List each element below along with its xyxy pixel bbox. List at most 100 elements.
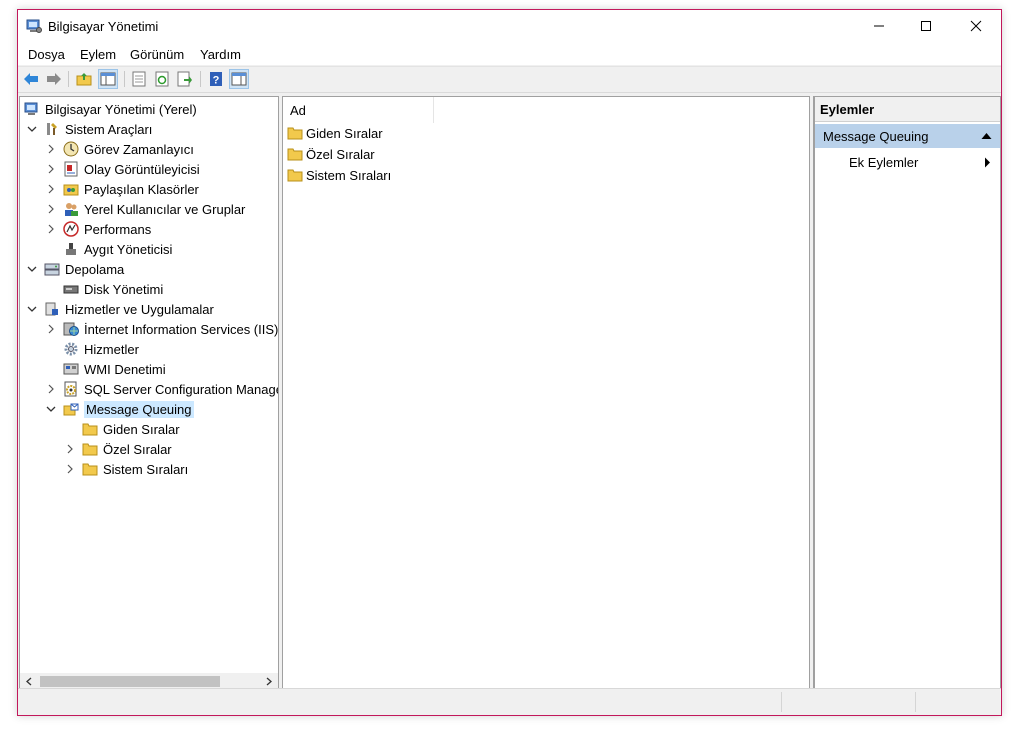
results-pane: Ad Giden Sıralar Özel Sıralar Sistem Sır… — [282, 96, 810, 691]
scroll-right-icon[interactable] — [265, 677, 273, 686]
tree-item-wmi-control[interactable]: WMI Denetimi — [45, 359, 166, 379]
close-button[interactable] — [953, 10, 999, 42]
tree-item-services-applications[interactable]: Hizmetler ve Uygulamalar — [26, 299, 214, 319]
tree-item-label: Disk Yönetimi — [84, 281, 164, 297]
help-icon: ? — [210, 72, 222, 87]
chevron-right-icon[interactable] — [45, 383, 57, 395]
chevron-down-icon[interactable] — [26, 263, 38, 275]
tree-item-private-queues[interactable]: Özel Sıralar — [64, 439, 172, 459]
tree-item-task-scheduler[interactable]: Görev Zamanlayıcı — [45, 139, 194, 159]
close-icon — [970, 20, 982, 32]
tree-root[interactable]: Bilgisayar Yönetimi (Yerel) — [24, 99, 197, 119]
tree-root-label: Bilgisayar Yönetimi (Yerel) — [45, 101, 197, 117]
actions-pane-title: Eylemler — [815, 97, 1000, 122]
users-icon — [65, 203, 78, 216]
back-arrow-icon — [24, 73, 38, 85]
show-hide-console-tree-button[interactable] — [98, 69, 118, 89]
minimize-icon — [874, 25, 884, 27]
help-button[interactable]: ? — [207, 70, 225, 88]
minimize-button[interactable] — [856, 10, 902, 42]
chevron-right-icon[interactable] — [45, 183, 57, 195]
refresh-button[interactable] — [153, 70, 171, 88]
tree-item-iis[interactable]: İnternet Information Services (IIS) — [45, 319, 278, 339]
tree-item-services[interactable]: Hizmetler — [45, 339, 139, 359]
tree-item-label: Özel Sıralar — [103, 441, 172, 457]
list-item[interactable]: Sistem Sıraları — [287, 165, 391, 185]
up-one-level-button[interactable] — [75, 70, 93, 88]
back-button[interactable] — [22, 70, 40, 88]
export-list-button[interactable] — [176, 70, 194, 88]
list-item-label: Özel Sıralar — [306, 146, 375, 162]
menu-help[interactable]: Yardım — [200, 47, 241, 62]
chevron-down-icon[interactable] — [45, 403, 57, 415]
tree-item-disk-management[interactable]: Disk Yönetimi — [45, 279, 163, 299]
maximize-button[interactable] — [903, 10, 949, 42]
chevron-right-icon[interactable] — [64, 443, 76, 455]
scroll-left-icon[interactable] — [25, 677, 33, 686]
forward-button[interactable] — [45, 70, 63, 88]
tree-item-label: Yerel Kullanıcılar ve Gruplar — [84, 201, 246, 217]
computer-management-icon — [26, 19, 42, 33]
tree-item-label: Giden Sıralar — [103, 421, 180, 437]
show-hide-action-pane-button[interactable] — [229, 69, 249, 89]
gear-icon — [64, 342, 78, 356]
tree-item-label: Sistem Sıraları — [103, 461, 189, 477]
tree-item-device-manager[interactable]: Aygıt Yöneticisi — [45, 239, 172, 259]
column-header-name[interactable]: Ad — [283, 97, 434, 123]
tree-item-system-tools[interactable]: Sistem Araçları — [26, 119, 152, 139]
title-bar[interactable]: Bilgisayar Yönetimi — [18, 10, 1001, 43]
tree-item-storage[interactable]: Depolama — [26, 259, 124, 279]
device-manager-icon — [66, 243, 76, 255]
actions-title-label: Eylemler — [820, 102, 875, 117]
tree-item-system-queues[interactable]: Sistem Sıraları — [64, 459, 188, 479]
tree-item-shared-folders[interactable]: Paylaşılan Klasörler — [45, 179, 199, 199]
tools-icon — [47, 123, 57, 135]
chevron-right-icon[interactable] — [45, 143, 57, 155]
list-item-label: Sistem Sıraları — [306, 167, 392, 183]
tree-item-label: Performans — [84, 221, 152, 237]
tree-item-message-queuing[interactable]: Message Queuing — [45, 399, 194, 419]
computer-management-icon — [24, 102, 38, 115]
wmi-icon — [63, 363, 79, 375]
menu-bar: Dosya Eylem Görünüm Yardım — [18, 43, 1001, 65]
scrollbar-thumb[interactable] — [40, 676, 220, 687]
services-applications-icon — [45, 302, 58, 316]
action-pane-icon — [231, 72, 247, 86]
event-viewer-icon — [64, 161, 78, 177]
tree-item-local-users-groups[interactable]: Yerel Kullanıcılar ve Gruplar — [45, 199, 245, 219]
tree-item-label: Aygıt Yöneticisi — [84, 241, 173, 257]
tree-item-event-viewer[interactable]: Olay Görüntüleyicisi — [45, 159, 200, 179]
tree-item-label: Sistem Araçları — [65, 121, 153, 137]
menu-file[interactable]: Dosya — [28, 47, 65, 62]
folder-icon — [287, 169, 303, 182]
chevron-down-icon[interactable] — [26, 123, 38, 135]
folder-icon — [82, 463, 98, 476]
chevron-right-icon[interactable] — [45, 163, 57, 175]
menu-action[interactable]: Eylem — [80, 47, 116, 62]
tree-item-label: WMI Denetimi — [84, 361, 166, 377]
sql-server-icon — [64, 381, 77, 397]
chevron-right-icon[interactable] — [45, 203, 57, 215]
maximize-icon — [921, 21, 931, 31]
tree-item-label: SQL Server Configuration Manager — [84, 381, 279, 397]
menu-view[interactable]: Görünüm — [130, 47, 184, 62]
tree-item-label: İnternet Information Services (IIS) — [84, 321, 279, 337]
more-actions-item[interactable]: Ek Eylemler — [815, 151, 1000, 173]
actions-section-header[interactable]: Message Queuing — [815, 124, 1000, 148]
tree-item-performance[interactable]: Performans — [45, 219, 151, 239]
chevron-right-icon[interactable] — [45, 323, 57, 335]
tree-item-label: Paylaşılan Klasörler — [84, 181, 199, 197]
collapse-up-icon[interactable] — [981, 132, 992, 140]
chevron-right-icon[interactable] — [45, 223, 57, 235]
chevron-right-icon[interactable] — [64, 463, 76, 475]
list-item[interactable]: Özel Sıralar — [287, 144, 375, 164]
tree-item-outgoing-queues[interactable]: Giden Sıralar — [64, 419, 180, 439]
properties-button[interactable] — [130, 70, 148, 88]
chevron-down-icon[interactable] — [26, 303, 38, 315]
actions-section-label: Message Queuing — [823, 129, 929, 144]
window-title: Bilgisayar Yönetimi — [48, 19, 159, 34]
more-actions-label: Ek Eylemler — [849, 155, 919, 170]
tree-item-sql-server-config[interactable]: SQL Server Configuration Manager — [45, 379, 279, 399]
list-item[interactable]: Giden Sıralar — [287, 123, 383, 143]
forward-arrow-icon — [47, 73, 61, 85]
